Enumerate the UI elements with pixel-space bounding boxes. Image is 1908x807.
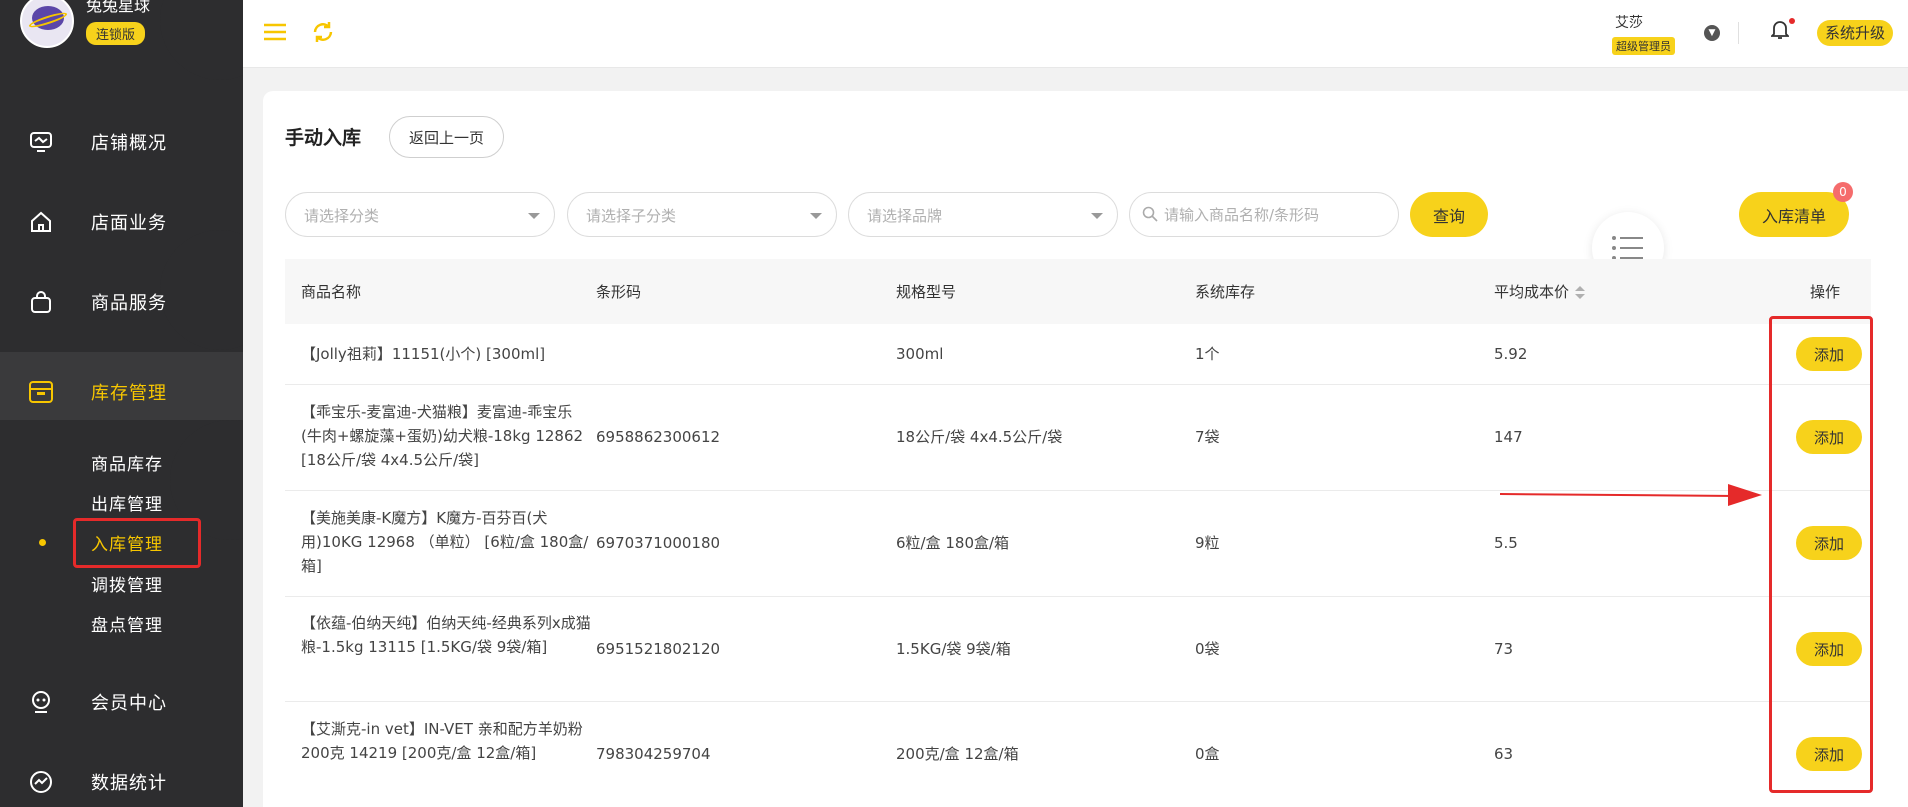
menu-icon[interactable] [263, 22, 287, 46]
sidebar-item-label: 商品服务 [91, 293, 167, 314]
cell-product-name: 【依蕴-伯纳天纯】伯纳天纯-经典系列x成猫粮-1.5kg 13115 [1.5K… [301, 614, 591, 656]
header-ops: 操作 [1810, 283, 1841, 301]
member-icon [28, 689, 54, 715]
sidebar-item-label: 店铺概况 [91, 133, 167, 154]
brand: 兔兔星球 连锁版 [20, 0, 150, 48]
cell-cost: 5.5 [1494, 534, 1518, 552]
sidebar-item-product-service[interactable]: 商品服务 [0, 272, 243, 332]
cell-product-name: 【艾澌克-in vet】IN-VET 亲和配方羊奶粉 200克 14219 [2… [301, 720, 583, 762]
chevron-down-icon[interactable]: ▼ [1704, 25, 1720, 41]
cell-barcode: 6951521802120 [596, 640, 721, 658]
submenu-item-transfer[interactable]: 调拨管理 [91, 571, 163, 596]
home-icon [28, 209, 54, 235]
edition-badge: 连锁版 [86, 22, 146, 45]
notification-dot [1789, 18, 1795, 24]
subcategory-select[interactable]: 请选择子分类 [567, 192, 837, 237]
cell-spec: 18公斤/袋 4x4.5公斤/袋 [896, 428, 1063, 446]
cell-cost: 147 [1494, 428, 1523, 446]
header-barcode: 条形码 [596, 283, 642, 301]
cell-spec: 300ml [896, 345, 944, 363]
table-row: 【艾澌克-in vet】IN-VET 亲和配方羊奶粉 200克 14219 [2… [285, 702, 1871, 807]
inbound-count-badge: 0 [1833, 182, 1853, 202]
header-stock: 系统库存 [1195, 283, 1256, 301]
system-upgrade-button[interactable]: 系统升级 [1817, 20, 1894, 46]
subcategory-placeholder: 请选择子分类 [586, 207, 677, 225]
arrow-right-annotation-icon [1500, 478, 1764, 516]
box-icon [28, 379, 54, 405]
brand-name: 兔兔星球 [86, 0, 151, 15]
table-row: 【乖宝乐-麦富迪-犬猫粮】麦富迪-乖宝乐(牛肉+螺旋藻+蛋奶)幼犬粮-18kg … [285, 385, 1871, 491]
product-table: 商品名称 条形码 规格型号 系统库存 平均成本价 操作 【Jolly祖莉】111… [285, 259, 1871, 807]
page-title: 手动入库 [285, 127, 362, 149]
cell-stock: 9粒 [1195, 534, 1220, 552]
cell-stock: 0袋 [1195, 640, 1220, 658]
table-row: 【Jolly祖莉】11151(小个) [300ml] 300ml 1个 5.92… [285, 324, 1871, 385]
submenu-item-product-stock[interactable]: 商品库存 [91, 450, 163, 475]
caret-down-icon [810, 213, 822, 219]
brand-select[interactable]: 请选择品牌 [848, 192, 1118, 237]
cell-stock: 7袋 [1195, 428, 1220, 446]
cell-product-name: 【美施美康-K魔方】K魔方-百芬百(犬用)10KG 12968 （单粒） [6粒… [301, 509, 589, 575]
caret-down-icon [528, 213, 540, 219]
submenu-item-outbound[interactable]: 出库管理 [91, 490, 163, 515]
header-cost-label: 平均成本价 [1494, 283, 1570, 301]
cell-barcode: 6970371000180 [596, 534, 721, 552]
sidebar: 兔兔星球 连锁版 ✓ 店铺概况 店面业务 商品服务 库存管理 商品库存 出库管理… [0, 0, 243, 807]
search-icon [1142, 206, 1158, 226]
sort-icon[interactable] [1575, 285, 1586, 300]
cell-cost: 5.92 [1494, 345, 1528, 363]
cell-barcode: 798304259704 [596, 745, 711, 763]
bag-icon [28, 289, 54, 315]
sidebar-item-label: 店面业务 [91, 213, 167, 234]
chart-icon [28, 769, 54, 795]
search-input[interactable] [1164, 203, 1384, 227]
cell-product-name: 【Jolly祖莉】11151(小个) [300ml] [301, 345, 546, 363]
cell-spec: 6粒/盒 180盒/箱 [896, 534, 1010, 552]
cell-product-name: 【乖宝乐-麦富迪-犬猫粮】麦富迪-乖宝乐(牛肉+螺旋藻+蛋奶)幼犬粮-18kg … [301, 403, 584, 469]
sidebar-item-store-overview[interactable]: 店铺概况 [0, 112, 243, 172]
top-bar: 艾莎 超级管理员 ▼ 系统升级 [243, 0, 1908, 68]
table-row: 【依蕴-伯纳天纯】伯纳天纯-经典系列x成猫粮-1.5kg 13115 [1.5K… [285, 597, 1871, 702]
caret-down-icon [1091, 213, 1103, 219]
category-select[interactable]: 请选择分类 [285, 192, 555, 237]
sidebar-curve-decoration [160, 0, 243, 80]
query-button[interactable]: 查询 [1410, 192, 1488, 237]
bell-icon[interactable] [1769, 20, 1791, 44]
brand-placeholder: 请选择品牌 [867, 207, 943, 225]
back-button[interactable]: 返回上一页 [389, 116, 504, 158]
cell-cost: 63 [1494, 745, 1514, 763]
cell-stock: 0盒 [1195, 745, 1220, 763]
main-card: 手动入库 返回上一页 请选择分类 请选择子分类 请选择品牌 查询 入库清单 0 … [263, 91, 1908, 807]
user-name[interactable]: 艾莎 [1615, 12, 1643, 32]
submenu-item-stocktake[interactable]: 盘点管理 [91, 611, 163, 636]
cell-spec: 1.5KG/袋 9袋/箱 [896, 640, 1011, 658]
header-cost[interactable]: 平均成本价 [1494, 281, 1586, 302]
sidebar-item-label: 数据统计 [91, 773, 167, 794]
sidebar-item-member-center[interactable]: 会员中心 [0, 672, 243, 732]
cell-cost: 73 [1494, 640, 1514, 658]
category-placeholder: 请选择分类 [304, 207, 380, 225]
header-spec: 规格型号 [896, 283, 957, 301]
inbound-highlight-annotation [73, 518, 201, 568]
sidebar-item-label: 会员中心 [91, 693, 167, 714]
cell-stock: 1个 [1195, 345, 1220, 363]
sidebar-item-statistics[interactable]: 数据统计 [0, 752, 243, 807]
divider [1738, 22, 1739, 44]
user-role-badge: 超级管理员 [1612, 37, 1675, 55]
refresh-icon[interactable] [311, 20, 335, 48]
cell-barcode: 6958862300612 [596, 428, 721, 446]
ops-column-highlight-annotation [1769, 316, 1873, 793]
monitor-icon [28, 129, 54, 155]
table-header: 商品名称 条形码 规格型号 系统库存 平均成本价 操作 [285, 259, 1871, 324]
sidebar-item-label: 库存管理 [91, 383, 167, 404]
header-product-name: 商品名称 [301, 283, 362, 301]
brand-logo [20, 0, 74, 48]
inbound-list-button[interactable]: 入库清单 [1739, 192, 1849, 237]
active-dot [39, 539, 46, 546]
search-field[interactable] [1129, 192, 1399, 237]
cell-spec: 200克/盒 12盒/箱 [896, 745, 1019, 763]
